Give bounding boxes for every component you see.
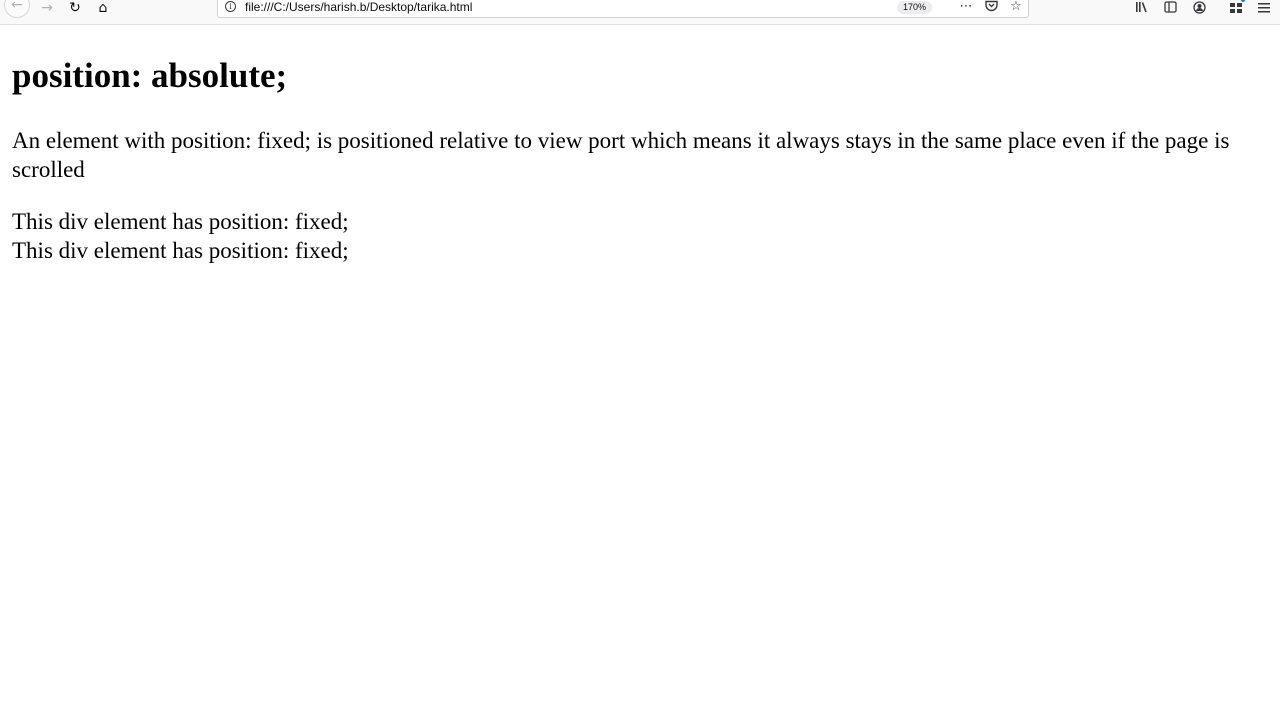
- description-paragraph: An element with position: fixed; is posi…: [12, 128, 1230, 182]
- extensions-icon[interactable]: [1226, 0, 1246, 14]
- zoom-level-badge[interactable]: 170%: [897, 1, 933, 14]
- back-button[interactable]: ←: [4, 0, 30, 18]
- notification-dot-icon: [1241, 0, 1245, 2]
- reload-button[interactable]: ↻: [64, 0, 86, 16]
- home-button[interactable]: ⌂: [92, 0, 114, 16]
- pocket-icon[interactable]: [982, 0, 1000, 14]
- fixed-div: This div element has position: fixed;: [12, 209, 349, 234]
- reload-icon: ↻: [69, 0, 81, 16]
- page-title: position: absolute;: [12, 56, 288, 95]
- fixed-div-list: This div element has position: fixed; Th…: [12, 207, 1262, 265]
- bookmark-star-icon[interactable]: ☆: [1007, 0, 1025, 14]
- page-actions-icon[interactable]: ⋯: [957, 0, 975, 14]
- library-icon[interactable]: [1132, 0, 1152, 14]
- url-bar[interactable]: i file:///C:/Users/harish.b/Desktop/tari…: [217, 0, 1029, 18]
- browser-toolbar: ← → ↻ ⌂ i file:///C:/Users/harish.b/Desk…: [0, 0, 1280, 25]
- sidebar-icon[interactable]: [1160, 0, 1180, 14]
- account-icon[interactable]: [1189, 0, 1209, 14]
- site-info-icon[interactable]: i: [225, 1, 236, 12]
- url-text[interactable]: file:///C:/Users/harish.b/Desktop/tarika…: [245, 1, 472, 14]
- menu-icon[interactable]: [1254, 0, 1274, 14]
- forward-arrow-icon: →: [41, 0, 53, 16]
- fixed-div: This div element has position: fixed;: [12, 238, 349, 263]
- back-arrow-icon: ←: [11, 0, 23, 13]
- page-content: position: absolute; An element with posi…: [12, 26, 1262, 265]
- home-icon: ⌂: [98, 0, 108, 16]
- forward-button[interactable]: →: [36, 0, 58, 16]
